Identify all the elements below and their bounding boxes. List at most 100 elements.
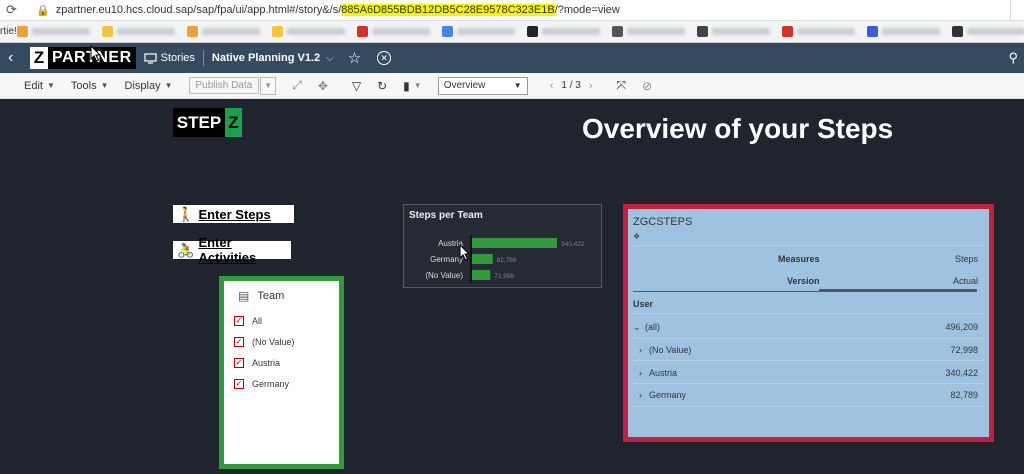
enter-activities-link[interactable]: 🚴 Enter Activities — [172, 235, 292, 265]
user-label: User — [633, 299, 654, 309]
story-toolbar: Edit ▼ Tools ▼ Display ▼ Publish Data ▼ ⤢ ✥… — [0, 73, 1024, 99]
bookmark-favicon-icon — [16, 26, 28, 37]
filter-icon[interactable]: ▽ — [352, 79, 361, 93]
bookmark-label — [456, 28, 515, 35]
lock-icon[interactable]: 🔒 — [36, 4, 50, 17]
refresh-icon[interactable]: ↻ — [377, 79, 387, 93]
bookmark-item[interactable] — [356, 26, 430, 37]
shell-separator — [202, 50, 204, 66]
bookmark-item[interactable] — [781, 26, 855, 37]
collapse-icon[interactable]: ⌄ — [633, 322, 641, 333]
table-divider-thick — [819, 289, 977, 292]
bookmark-item[interactable] — [526, 26, 600, 37]
bookmark-favicon-icon — [356, 26, 368, 37]
back-arrow-icon[interactable]: ‹ — [8, 49, 24, 67]
next-page-icon[interactable]: › — [589, 80, 593, 92]
team-filter-item[interactable]: ✓ Germany — [234, 373, 329, 394]
bookmark-item[interactable] — [866, 26, 940, 37]
publish-dropdown-button[interactable]: ▼ — [260, 76, 277, 95]
bookmark-item[interactable] — [951, 26, 1024, 37]
disabled-icon[interactable]: ⊘ — [642, 79, 652, 93]
checkbox-checked-icon[interactable]: ✓ — [234, 378, 244, 389]
story-name[interactable]: Native Planning V1.2 — [212, 52, 320, 64]
step-logo-text: STEP — [173, 108, 225, 137]
team-filter-item-label: All — [252, 315, 263, 326]
tools-menu[interactable]: Tools ▼ — [71, 80, 109, 92]
team-filter-item[interactable]: ✓ (No Value) — [234, 331, 329, 352]
bookmark-item[interactable] — [696, 26, 770, 37]
team-filter-item[interactable]: ✓ All — [234, 310, 329, 331]
address-bar-edge — [1010, 0, 1024, 21]
page-pager: ‹ 1 / 3 › — [542, 80, 601, 92]
expand-icon[interactable]: › — [639, 345, 642, 355]
team-filter-item[interactable]: ✓ Austria — [234, 352, 329, 373]
row-line — [633, 360, 984, 361]
stories-button[interactable]: Stories — [144, 52, 195, 64]
steps-label: Steps — [954, 254, 978, 264]
bookmark-label — [31, 28, 90, 35]
row-line — [633, 406, 984, 407]
previous-page-icon[interactable]: ‹ — [550, 80, 554, 92]
row-value: 340,422 — [945, 368, 978, 378]
measures-label: Measures — [778, 254, 820, 264]
chart-bar[interactable] — [472, 238, 557, 248]
star-icon[interactable]: ☆ — [348, 49, 361, 67]
expand-icon[interactable]: › — [639, 390, 642, 400]
bookmark-favicon-icon — [696, 26, 708, 37]
search-icon[interactable]: ⚲ — [1008, 50, 1018, 66]
reload-icon[interactable]: ⟳ — [6, 2, 20, 18]
row-value: 82,789 — [950, 390, 978, 400]
tools-menu-label: Tools — [70, 79, 97, 92]
chevron-down-icon: ▼ — [513, 81, 522, 90]
row-label: (No Value) — [649, 345, 692, 355]
close-circle-icon[interactable]: ✕ — [377, 51, 392, 65]
stories-icon — [144, 52, 157, 64]
url-field[interactable]: zpartner.eu10.hcs.cloud.sap/sap/fpa/ui/a… — [56, 4, 620, 16]
bookmark-item[interactable] — [101, 26, 175, 37]
bookmark-item[interactable] — [611, 26, 685, 37]
chart-bar[interactable] — [472, 270, 491, 280]
expand-icon[interactable]: › — [639, 368, 642, 378]
move-icon[interactable]: ✥ — [318, 79, 328, 93]
chart-bar[interactable] — [472, 254, 493, 264]
display-menu[interactable]: Display ▼ — [125, 80, 173, 92]
bookmark-icon[interactable]: ▮ — [403, 79, 410, 93]
row-line — [633, 383, 984, 384]
team-filter-item-label: Germany — [252, 378, 290, 389]
bookmark-item[interactable] — [16, 26, 90, 37]
page-select-value: Overview — [443, 80, 486, 91]
chevron-down-icon[interactable]: ⌵ — [326, 53, 334, 64]
publish-data-button[interactable]: Publish Data — [188, 77, 260, 94]
url-suffix: /?mode=view — [554, 4, 620, 16]
edit-menu[interactable]: Edit ▼ — [24, 80, 55, 92]
row-value: 72,998 — [950, 345, 978, 355]
chevron-down-icon[interactable]: ▼ — [414, 81, 422, 90]
page-indicator: 1 / 3 — [561, 80, 581, 91]
checkbox-checked-icon[interactable]: ✓ — [234, 315, 244, 326]
bookmark-item[interactable] — [271, 26, 345, 37]
checkbox-checked-icon[interactable]: ✓ — [234, 336, 244, 347]
bookmark-favicon-icon — [441, 26, 453, 37]
enter-steps-label: Enter Steps — [198, 206, 271, 222]
bookmark-item[interactable] — [186, 26, 260, 37]
version-label: Version — [787, 276, 820, 286]
version-icon[interactable]: ⤢ — [292, 78, 302, 93]
url-prefix: zpartner.eu10.hcs.cloud.sap/sap/fpa/ui/a… — [55, 4, 342, 16]
checkbox-checked-icon[interactable]: ✓ — [234, 357, 244, 368]
fullscreen-icon[interactable]: ⤧ — [617, 78, 627, 93]
model-icon: ❖ — [633, 232, 641, 241]
bookmark-item[interactable] — [441, 26, 515, 37]
bookmark-label — [116, 28, 175, 35]
steps-per-team-chart[interactable]: Steps per Team Austria 340,422 Germany 82,7… — [403, 204, 602, 288]
page-select[interactable]: Overview ▼ — [437, 76, 528, 95]
zgcsteps-table[interactable]: ZGCSTEPS ❖ Measures Steps Version Actual… — [623, 204, 994, 442]
bookmark-label — [881, 28, 940, 35]
mouse-cursor-icon — [90, 45, 102, 62]
row-line — [633, 338, 984, 339]
logo-z: Z — [30, 47, 48, 69]
team-filter-item-label: (No Value) — [252, 336, 295, 347]
enter-steps-link[interactable]: 🚶 Enter Steps — [172, 204, 295, 224]
bookmark-label — [371, 28, 430, 35]
browser-address-bar: ⟳ 🔒 zpartner.eu10.hcs.cloud.sap/sap/fpa/… — [0, 0, 1024, 21]
bookmark-favicon-icon — [781, 26, 793, 37]
